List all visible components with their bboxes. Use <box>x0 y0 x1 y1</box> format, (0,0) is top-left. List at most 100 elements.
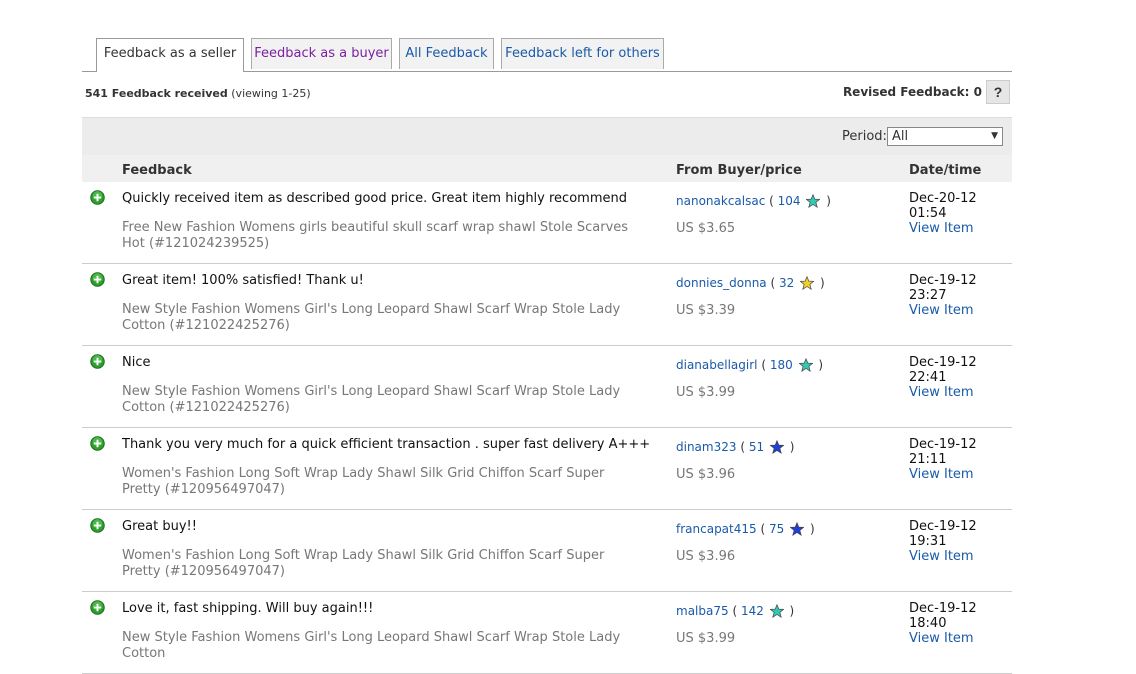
buyer-link[interactable]: dianabellagirl <box>676 358 758 372</box>
view-item-link[interactable]: View Item <box>909 385 974 400</box>
star-icon <box>806 194 821 208</box>
feedback-date: Dec-19-12 21:11 <box>909 437 977 467</box>
help-button[interactable]: ? <box>986 80 1010 104</box>
column-date-time: Date/time <box>909 163 982 178</box>
close-paren: ) <box>789 440 795 454</box>
buyer-link[interactable]: nanonakcalsac <box>676 194 765 208</box>
feedback-count-label: 541 Feedback received <box>85 87 228 100</box>
view-item-link[interactable]: View Item <box>909 221 974 236</box>
feedback-row: Thank you very much for a quick efficien… <box>82 428 1012 510</box>
buyer-score-link[interactable]: 180 <box>770 358 793 372</box>
tab-feedback-left-for-others[interactable]: Feedback left for others <box>501 38 664 69</box>
viewing-range: (viewing 1-25) <box>231 87 311 100</box>
feedback-comment: Nice <box>122 355 151 370</box>
feedback-comment: Thank you very much for a quick efficien… <box>122 437 651 452</box>
table-header: Feedback From Buyer/price Date/time <box>82 155 1012 182</box>
star-icon <box>800 276 815 290</box>
feedback-date: Dec-19-12 23:27 <box>909 273 977 303</box>
positive-feedback-icon <box>90 354 105 369</box>
feedback-summary: 541 Feedback received (viewing 1-25) Rev… <box>82 72 1012 117</box>
buyer-info: nanonakcalsac ( 104 ) <box>676 194 831 208</box>
feedback-row: Nice dianabellagirl ( 180 ) Dec-19-12 22… <box>82 346 1012 428</box>
item-price: US $3.96 <box>676 467 736 482</box>
close-paren: ) <box>789 604 795 618</box>
buyer-info: francapat415 ( 75 ) <box>676 522 815 536</box>
open-paren: ( <box>740 440 746 454</box>
item-title: Women's Fashion Long Soft Wrap Lady Shaw… <box>122 548 605 579</box>
feedback-panel: Feedback as a seller Feedback as a buyer… <box>82 38 1012 674</box>
positive-feedback-icon <box>90 436 105 451</box>
buyer-info: malba75 ( 142 ) <box>676 604 794 618</box>
star-icon <box>769 440 784 454</box>
feedback-row: Great buy!! francapat415 ( 75 ) Dec-19-1… <box>82 510 1012 592</box>
view-item-link[interactable]: View Item <box>909 467 974 482</box>
positive-feedback-icon <box>90 272 105 287</box>
positive-feedback-icon <box>90 600 105 615</box>
item-title: New Style Fashion Womens Girl's Long Leo… <box>122 630 621 661</box>
open-paren: ( <box>761 358 767 372</box>
feedback-date: Dec-19-12 22:41 <box>909 355 977 385</box>
item-price: US $3.39 <box>676 303 736 318</box>
buyer-score-link[interactable]: 104 <box>778 194 801 208</box>
buyer-info: donnies_donna ( 32 ) <box>676 276 825 290</box>
feedback-date: Dec-20-12 01:54 <box>909 191 977 221</box>
positive-feedback-icon <box>90 190 105 205</box>
buyer-score-link[interactable]: 142 <box>741 604 764 618</box>
buyer-info: dianabellagirl ( 180 ) <box>676 358 823 372</box>
column-buyer-price: From Buyer/price <box>676 163 802 178</box>
view-item-link[interactable]: View Item <box>909 549 974 564</box>
period-value: All <box>892 129 909 144</box>
feedback-row: Love it, fast shipping. Will buy again!!… <box>82 592 1012 674</box>
item-price: US $3.99 <box>676 385 736 400</box>
item-price: US $3.99 <box>676 631 736 646</box>
feedback-list: Quickly received item as described good … <box>82 182 1012 674</box>
view-item-link[interactable]: View Item <box>909 303 974 318</box>
close-paren: ) <box>809 522 815 536</box>
open-paren: ( <box>732 604 738 618</box>
item-price: US $3.65 <box>676 221 736 236</box>
item-title: New Style Fashion Womens Girl's Long Leo… <box>122 384 621 415</box>
buyer-link[interactable]: donnies_donna <box>676 276 767 290</box>
close-paren: ) <box>819 276 825 290</box>
feedback-row: Great item! 100% satisfied! Thank u! don… <box>82 264 1012 346</box>
feedback-comment: Love it, fast shipping. Will buy again!!… <box>122 601 374 616</box>
buyer-score-link[interactable]: 32 <box>779 276 794 290</box>
tab-feedback-as-buyer[interactable]: Feedback as a buyer <box>251 38 392 69</box>
buyer-link[interactable]: malba75 <box>676 604 729 618</box>
view-item-link[interactable]: View Item <box>909 631 974 646</box>
open-paren: ( <box>770 276 776 290</box>
feedback-count: 541 Feedback received (viewing 1-25) <box>85 87 311 100</box>
buyer-info: dinam323 ( 51 ) <box>676 440 794 454</box>
item-title: New Style Fashion Womens Girl's Long Leo… <box>122 302 621 333</box>
revised-feedback: Revised Feedback: 0 <box>842 85 982 99</box>
star-icon <box>798 358 813 372</box>
feedback-tabs: Feedback as a seller Feedback as a buyer… <box>82 38 1012 72</box>
period-bar: Period: All ▼ <box>82 117 1012 155</box>
positive-feedback-icon <box>90 518 105 533</box>
feedback-comment: Great item! 100% satisfied! Thank u! <box>122 273 364 288</box>
star-icon <box>790 522 805 536</box>
tab-feedback-as-seller[interactable]: Feedback as a seller <box>96 38 244 72</box>
item-title: Women's Fashion Long Soft Wrap Lady Shaw… <box>122 466 605 497</box>
feedback-row: Quickly received item as described good … <box>82 182 1012 264</box>
feedback-date: Dec-19-12 19:31 <box>909 519 977 549</box>
star-icon <box>769 604 784 618</box>
feedback-date: Dec-19-12 18:40 <box>909 601 977 631</box>
tab-all-feedback[interactable]: All Feedback <box>399 38 494 69</box>
buyer-score-link[interactable]: 51 <box>749 440 764 454</box>
feedback-comment: Quickly received item as described good … <box>122 191 627 206</box>
open-paren: ( <box>769 194 774 208</box>
item-title: Free New Fashion Womens girls beautiful … <box>122 220 629 251</box>
close-paren: ) <box>826 194 831 208</box>
close-paren: ) <box>818 358 824 372</box>
open-paren: ( <box>760 522 766 536</box>
period-label: Period: <box>842 129 887 144</box>
buyer-link[interactable]: dinam323 <box>676 440 737 454</box>
column-feedback: Feedback <box>122 163 192 178</box>
buyer-score-link[interactable]: 75 <box>769 522 784 536</box>
period-select[interactable]: All ▼ <box>887 127 1003 146</box>
feedback-comment: Great buy!! <box>122 519 197 534</box>
item-price: US $3.96 <box>676 549 736 564</box>
buyer-link[interactable]: francapat415 <box>676 522 757 536</box>
chevron-down-icon: ▼ <box>991 131 998 141</box>
